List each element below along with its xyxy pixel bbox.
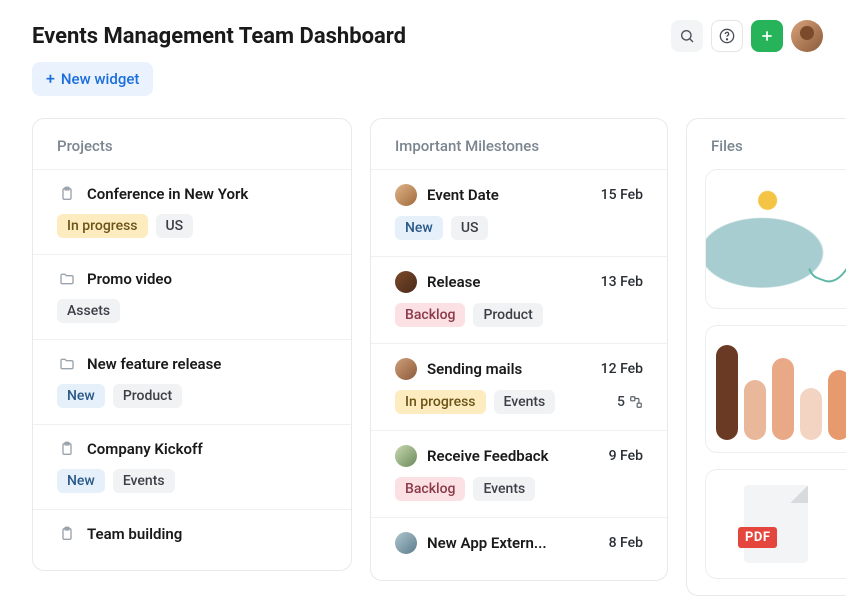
milestone-date: 9 Feb bbox=[609, 448, 643, 464]
milestone-date: 15 Feb bbox=[601, 187, 643, 203]
plus-icon: + bbox=[46, 71, 55, 87]
projects-title: Projects bbox=[33, 119, 351, 169]
tags: Backlog Product bbox=[395, 303, 643, 327]
tag[interactable]: In progress bbox=[57, 214, 148, 238]
tag[interactable]: New bbox=[57, 384, 105, 408]
milestone-row[interactable]: Receive Feedback 9 Feb Backlog Events bbox=[371, 430, 667, 517]
tag[interactable]: Events bbox=[494, 390, 556, 414]
milestone-date: 12 Feb bbox=[601, 361, 643, 377]
new-widget-label: New widget bbox=[61, 70, 139, 88]
project-title: Promo video bbox=[87, 270, 327, 288]
project-row[interactable]: Company Kickoff New Events bbox=[33, 424, 351, 509]
folder-icon bbox=[57, 354, 77, 374]
files-widget: Files PDF bbox=[686, 118, 846, 596]
project-row[interactable]: Promo video Assets bbox=[33, 254, 351, 339]
dashboard-header: Events Management Team Dashboard bbox=[32, 20, 847, 52]
tag[interactable]: US bbox=[451, 216, 489, 240]
tag[interactable]: Backlog bbox=[395, 477, 465, 501]
clipboard-icon bbox=[57, 439, 77, 459]
assignee-avatar[interactable] bbox=[395, 271, 417, 293]
tags: New Product bbox=[57, 384, 327, 408]
search-icon bbox=[679, 28, 695, 44]
milestone-title: Receive Feedback bbox=[427, 447, 599, 465]
tag[interactable]: US bbox=[156, 214, 194, 238]
plus-icon bbox=[759, 28, 775, 44]
pdf-icon: PDF bbox=[744, 485, 808, 563]
help-button[interactable] bbox=[711, 20, 743, 52]
assignee-avatar[interactable] bbox=[395, 358, 417, 380]
file-thumbnail[interactable] bbox=[705, 325, 846, 453]
search-button[interactable] bbox=[671, 20, 703, 52]
project-title: New feature release bbox=[87, 355, 327, 373]
tag[interactable]: Product bbox=[473, 303, 542, 327]
header-actions bbox=[671, 20, 823, 52]
folder-icon bbox=[57, 269, 77, 289]
project-title: Company Kickoff bbox=[87, 440, 327, 458]
milestone-row[interactable]: New App Extern... 8 Feb bbox=[371, 517, 667, 580]
dashboard-columns: Projects Conference in New York In progr… bbox=[32, 118, 847, 596]
tag[interactable]: New bbox=[57, 469, 105, 493]
assignee-avatar[interactable] bbox=[395, 445, 417, 467]
milestone-title: Sending mails bbox=[427, 360, 591, 378]
tags: Assets bbox=[57, 299, 327, 323]
tag[interactable]: Events bbox=[473, 477, 535, 501]
milestone-date: 13 Feb bbox=[601, 274, 643, 290]
assignee-avatar[interactable] bbox=[395, 184, 417, 206]
tag[interactable]: In progress bbox=[395, 390, 486, 414]
file-thumbnail[interactable]: PDF bbox=[705, 469, 846, 579]
project-row[interactable]: New feature release New Product bbox=[33, 339, 351, 424]
milestone-row[interactable]: Release 13 Feb Backlog Product bbox=[371, 256, 667, 343]
projects-widget: Projects Conference in New York In progr… bbox=[32, 118, 352, 571]
clipboard-icon bbox=[57, 184, 77, 204]
milestone-title: New App Extern... bbox=[427, 534, 599, 552]
assignee-avatar[interactable] bbox=[395, 532, 417, 554]
milestone-row[interactable]: Event Date 15 Feb New US bbox=[371, 169, 667, 256]
milestones-widget: Important Milestones Event Date 15 Feb N… bbox=[370, 118, 668, 581]
user-avatar[interactable] bbox=[791, 20, 823, 52]
project-row[interactable]: Conference in New York In progress US bbox=[33, 169, 351, 254]
tag[interactable]: Backlog bbox=[395, 303, 465, 327]
project-row[interactable]: Team building bbox=[33, 509, 351, 570]
tag[interactable]: Assets bbox=[57, 299, 120, 323]
tags: In progress US bbox=[57, 214, 327, 238]
tags: Backlog Events bbox=[395, 477, 643, 501]
help-icon bbox=[719, 28, 735, 44]
add-button[interactable] bbox=[751, 20, 783, 52]
project-title: Team building bbox=[87, 525, 327, 543]
tags: In progress Events 5 bbox=[395, 390, 643, 414]
page-title: Events Management Team Dashboard bbox=[32, 24, 406, 49]
files-title: Files bbox=[687, 119, 846, 169]
file-thumbnail[interactable] bbox=[705, 169, 846, 309]
milestone-date: 8 Feb bbox=[609, 535, 643, 551]
pdf-label: PDF bbox=[738, 527, 777, 548]
tag[interactable]: New bbox=[395, 216, 443, 240]
tag[interactable]: Product bbox=[113, 384, 182, 408]
tags: New US bbox=[395, 216, 643, 240]
milestone-title: Release bbox=[427, 273, 591, 291]
project-title: Conference in New York bbox=[87, 185, 327, 203]
milestone-row[interactable]: Sending mails 12 Feb In progress Events 5 bbox=[371, 343, 667, 430]
new-widget-button[interactable]: + New widget bbox=[32, 62, 153, 96]
subtask-count: 5 bbox=[617, 394, 643, 410]
milestone-title: Event Date bbox=[427, 186, 591, 204]
tag[interactable]: Events bbox=[113, 469, 175, 493]
tags: New Events bbox=[57, 469, 327, 493]
clipboard-icon bbox=[57, 524, 77, 544]
milestones-title: Important Milestones bbox=[371, 119, 667, 169]
